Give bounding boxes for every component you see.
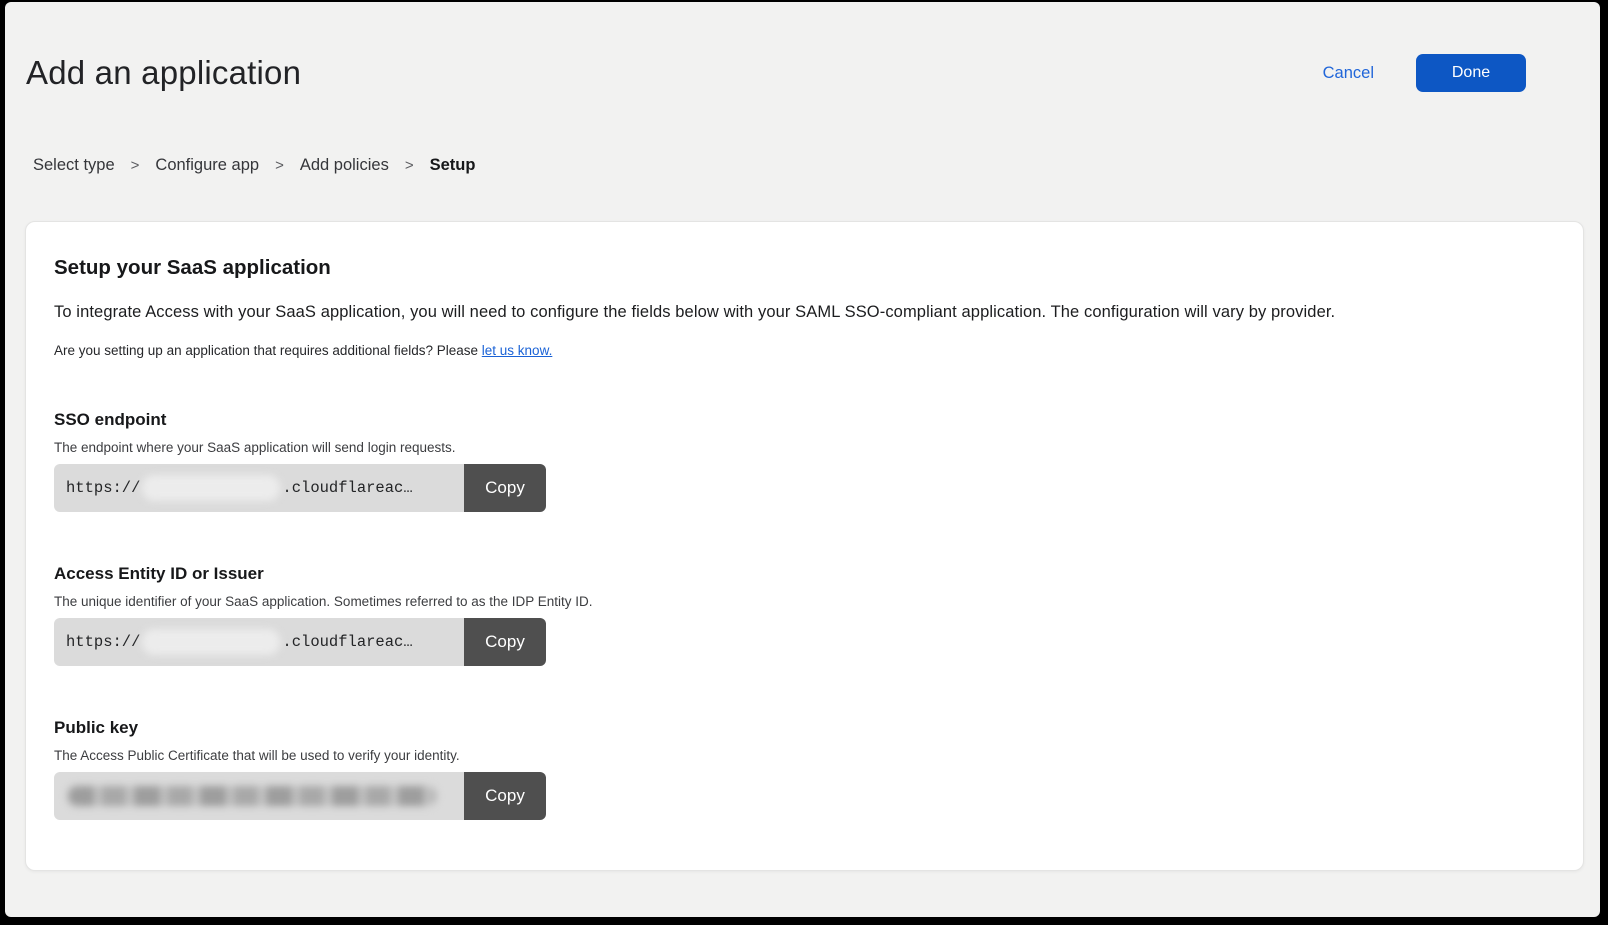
copy-button-entity-id[interactable]: Copy	[464, 618, 546, 666]
breadcrumb-separator: >	[405, 157, 414, 174]
entity-id-section: Access Entity ID or Issuer The unique id…	[54, 564, 1553, 666]
sso-endpoint-value: https:// .cloudflareac…	[54, 464, 464, 512]
breadcrumb-step-configure-app[interactable]: Configure app	[155, 156, 259, 175]
breadcrumb-separator: >	[131, 157, 140, 174]
public-key-copy-row: Copy	[54, 772, 546, 820]
url-prefix: https://	[66, 633, 140, 651]
page-title: Add an application	[26, 54, 301, 92]
url-prefix: https://	[66, 479, 140, 497]
breadcrumb: Select type > Configure app > Add polici…	[33, 156, 1600, 175]
card-heading: Setup your SaaS application	[54, 256, 1553, 280]
setup-card: Setup your SaaS application To integrate…	[25, 221, 1584, 871]
section-description: The Access Public Certificate that will …	[54, 748, 1553, 763]
section-description: The unique identifier of your SaaS appli…	[54, 594, 1553, 609]
url-suffix: .cloudflareac…	[282, 633, 412, 651]
breadcrumb-step-add-policies[interactable]: Add policies	[300, 156, 389, 175]
public-key-value	[54, 772, 464, 820]
copy-button-public-key[interactable]: Copy	[464, 772, 546, 820]
let-us-know-link[interactable]: let us know.	[482, 343, 553, 358]
copy-button-sso-endpoint[interactable]: Copy	[464, 464, 546, 512]
section-description: The endpoint where your SaaS application…	[54, 440, 1553, 455]
breadcrumb-step-select-type[interactable]: Select type	[33, 156, 115, 175]
app-window: Add an application Cancel Done Select ty…	[5, 2, 1600, 917]
public-key-section: Public key The Access Public Certificate…	[54, 718, 1553, 820]
page-header: Add an application Cancel Done	[26, 54, 1526, 92]
breadcrumb-separator: >	[275, 157, 284, 174]
section-heading-entity-id: Access Entity ID or Issuer	[54, 564, 1553, 584]
url-suffix: .cloudflareac…	[282, 479, 412, 497]
entity-id-copy-row: https:// .cloudflareac… Copy	[54, 618, 546, 666]
sso-endpoint-copy-row: https:// .cloudflareac… Copy	[54, 464, 546, 512]
cancel-button[interactable]: Cancel	[1323, 64, 1374, 83]
entity-id-value: https:// .cloudflareac…	[54, 618, 464, 666]
card-note-text: Are you setting up an application that r…	[54, 343, 482, 358]
section-heading-sso-endpoint: SSO endpoint	[54, 410, 1553, 430]
sso-endpoint-section: SSO endpoint The endpoint where your Saa…	[54, 410, 1553, 512]
card-note: Are you setting up an application that r…	[54, 343, 1553, 358]
redacted-text	[142, 475, 280, 501]
done-button[interactable]: Done	[1416, 54, 1526, 92]
redacted-text	[142, 629, 280, 655]
section-heading-public-key: Public key	[54, 718, 1553, 738]
card-intro-text: To integrate Access with your SaaS appli…	[54, 303, 1553, 322]
breadcrumb-step-setup: Setup	[430, 156, 476, 175]
header-actions: Cancel Done	[1323, 54, 1526, 92]
redacted-text	[68, 786, 436, 806]
